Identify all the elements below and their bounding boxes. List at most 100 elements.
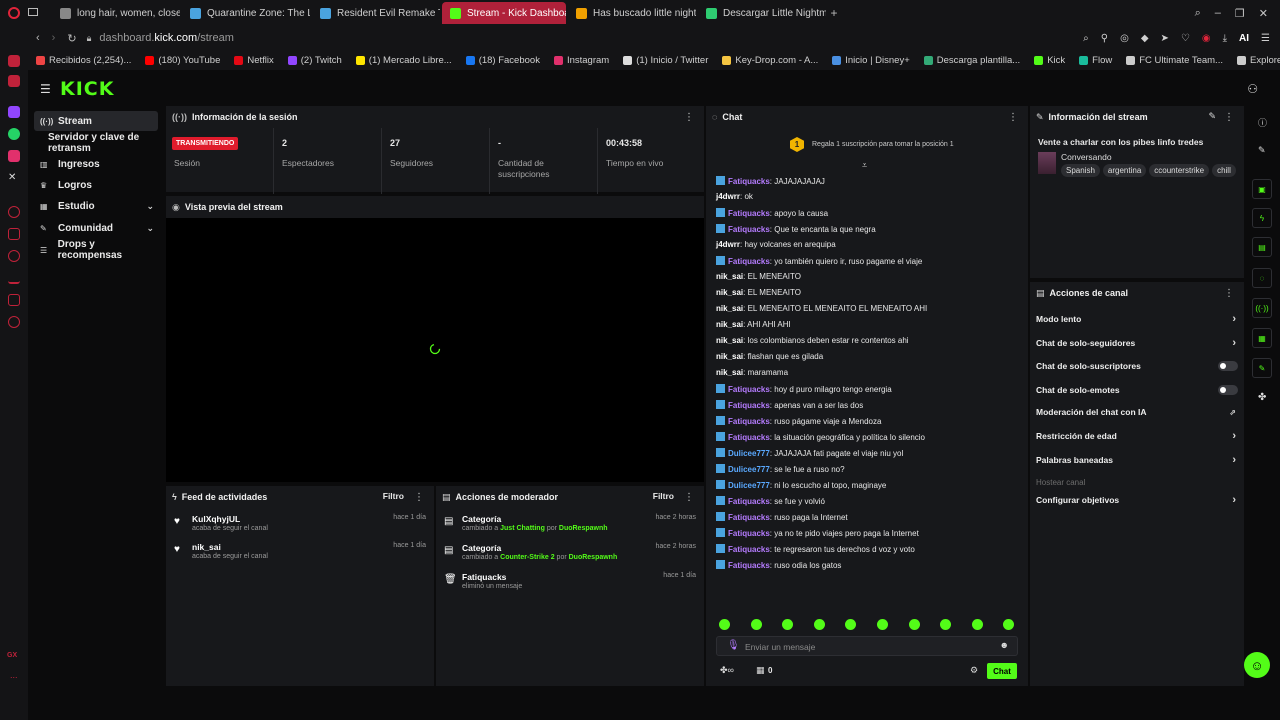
bookmark-item[interactable]: (1) Inicio / Twitter (623, 55, 708, 66)
messenger-icon[interactable] (8, 75, 20, 87)
bookmark-item[interactable]: (1) Mercado Libre... (355, 55, 452, 66)
gift-leaderboard[interactable]: 1 Regala 1 suscripción para tomar la pos… (790, 137, 954, 152)
mic-icon[interactable]: 🎙︎ (727, 640, 740, 651)
twitch-icon[interactable] (8, 106, 20, 118)
sidebar-item[interactable]: ((·)) Stream (34, 111, 158, 131)
channel-action-row[interactable]: Moderación del chat con IA ⇗ (1036, 402, 1240, 422)
extensions-icon[interactable] (8, 294, 20, 306)
sidebar-item[interactable]: ▦ Estudio ⌄ (34, 196, 158, 216)
mod-action-category[interactable]: Just Chatting (500, 525, 545, 532)
toggle-switch[interactable] (1218, 361, 1238, 371)
channel-action-row[interactable]: Chat de solo-emotes (1036, 380, 1240, 400)
mod-menu-icon[interactable]: ⋮ (684, 492, 694, 503)
external-link-icon[interactable]: ⇗ (1229, 408, 1236, 417)
help-chat-icon[interactable]: ☺ (1244, 652, 1270, 678)
emoji-icon[interactable]: ☻ (1000, 640, 1009, 650)
channel-action-row[interactable]: Chat de solo-suscriptores (1036, 356, 1240, 376)
quick-action-7-icon[interactable]: ✎ (1252, 358, 1272, 378)
sidebar-item[interactable]: ♛ Logros (34, 175, 158, 195)
chat-username[interactable]: Fatiquacks (728, 513, 770, 522)
chat-username[interactable]: nik_sai (716, 272, 743, 281)
browser-tab[interactable]: Descargar Little Nightmare (698, 2, 826, 24)
user-avatar-icon[interactable]: ⚇ (1247, 82, 1258, 96)
bookmark-item[interactable]: Key-Drop.com - A... (722, 55, 818, 66)
tab-menu-icon[interactable] (28, 7, 52, 19)
chat-username[interactable]: nik_sai (716, 288, 743, 297)
browser-menu-icon[interactable]: ☰ (1261, 33, 1270, 44)
bookmark-item[interactable]: Flow (1079, 55, 1112, 66)
sidebar-item[interactable]: ▥ Ingresos (34, 154, 158, 174)
settings-icon[interactable] (8, 316, 20, 328)
pinboard-icon[interactable] (8, 228, 20, 240)
chat-username[interactable]: j4dwrr (716, 240, 740, 249)
emote-icon[interactable] (908, 619, 920, 630)
quick-action-3-icon[interactable]: ▤ (1252, 237, 1272, 257)
zoom-icon[interactable]: ⌕ (1083, 33, 1089, 44)
edit-stream-icon[interactable]: ✎ (1208, 111, 1216, 122)
mod-filter-button[interactable]: Filtro (653, 491, 674, 501)
feed-menu-icon[interactable]: ⋮ (414, 492, 424, 503)
gift-icon[interactable]: ▦ (756, 665, 765, 676)
bookmark-item[interactable]: (2) Twitch (287, 55, 342, 66)
chevron-right-icon[interactable]: › (1232, 494, 1236, 506)
heart-icon[interactable]: ♡ (1181, 33, 1190, 44)
emote-icon[interactable] (813, 619, 825, 630)
pin-icon[interactable]: ⚲ (1101, 33, 1108, 44)
new-tab-button[interactable]: + (826, 6, 842, 20)
forward-icon[interactable]: › (52, 32, 56, 44)
toggle-switch[interactable] (1218, 385, 1238, 395)
stream-tag[interactable]: argentina (1102, 164, 1147, 177)
bookmark-item[interactable]: Recibidos (2,254)... (36, 55, 131, 66)
bookmark-item[interactable]: Explore GPTs (1236, 55, 1280, 66)
stream-tag[interactable]: chill (1212, 164, 1236, 177)
feed-item[interactable]: ♥ KulXqhyjUL acaba de seguir el canal hace … (174, 514, 426, 538)
chat-username[interactable]: Fatiquacks (728, 497, 770, 506)
chat-username[interactable]: Fatiquacks (728, 385, 770, 394)
chat-username[interactable]: Fatiquacks (728, 225, 770, 234)
bookmark-item[interactable]: Descarga plantilla... (923, 55, 1020, 66)
sidebar-item[interactable]: Servidor y clave de retransm (34, 132, 168, 154)
chat-settings-icon[interactable]: ⚙ (970, 665, 978, 676)
chat-username[interactable]: nik_sai (716, 304, 743, 313)
channel-action-row[interactable]: Modo lento › (1036, 309, 1240, 329)
sidebar-item[interactable]: ✎ Comunidad ⌄ (34, 218, 158, 238)
chat-username[interactable]: Dulicee777 (728, 481, 770, 490)
downloads-icon[interactable] (8, 272, 20, 284)
profile-icon[interactable]: ◉ (1202, 33, 1211, 44)
kick-logo[interactable]: KICK (60, 78, 114, 100)
send-icon[interactable]: ➤ (1161, 33, 1169, 44)
bookmark-item[interactable]: Instagram (553, 55, 609, 66)
gx-label[interactable]: GX (7, 652, 17, 659)
opera-logo-icon[interactable] (0, 0, 28, 26)
chat-username[interactable]: Fatiquacks (728, 433, 770, 442)
chevron-down-icon[interactable]: ⌄ (146, 201, 154, 212)
chat-username[interactable]: Dulicee777 (728, 465, 770, 474)
aria-ai-button[interactable]: AI (1239, 33, 1249, 44)
url-field[interactable]: dashboard.kick.com/stream (99, 32, 234, 44)
emote-icon[interactable] (971, 619, 983, 630)
chat-username[interactable]: Fatiquacks (728, 401, 770, 410)
chat-username[interactable]: Fatiquacks (728, 209, 770, 218)
stream-info-menu-icon[interactable]: ⋮ (1224, 112, 1234, 123)
chat-username[interactable]: nik_sai (716, 352, 743, 361)
channel-action-row[interactable]: Chat de solo-seguidores › (1036, 333, 1240, 353)
channel-action-row[interactable]: Restricción de edad › (1036, 426, 1240, 446)
chevron-right-icon[interactable]: › (1232, 337, 1236, 349)
instagram-icon[interactable] (8, 150, 20, 162)
chat-username[interactable]: Fatiquacks (728, 545, 770, 554)
edit-icon[interactable]: ✎ (1258, 145, 1266, 156)
shield-icon[interactable]: ◆ (1141, 33, 1149, 44)
quick-action-1-icon[interactable]: ▣ (1252, 179, 1272, 199)
chat-username[interactable]: nik_sai (716, 320, 743, 329)
chat-username[interactable]: j4dwrr (716, 192, 740, 201)
feed-filter-button[interactable]: Filtro (383, 491, 404, 501)
browser-tab[interactable]: Stream - Kick Dashboard (442, 2, 566, 24)
chat-username[interactable]: nik_sai (716, 336, 743, 345)
hamburger-menu-icon[interactable]: ☰ (40, 82, 51, 96)
search-tabs-icon[interactable]: ⌕ (1195, 7, 1201, 20)
back-icon[interactable]: ‹ (36, 32, 40, 44)
send-chat-button[interactable]: Chat (987, 663, 1017, 679)
emote-icon[interactable] (719, 619, 730, 630)
quick-action-2-icon[interactable]: ϟ (1252, 208, 1272, 228)
stream-tag[interactable]: ccounterstrike (1149, 164, 1210, 177)
